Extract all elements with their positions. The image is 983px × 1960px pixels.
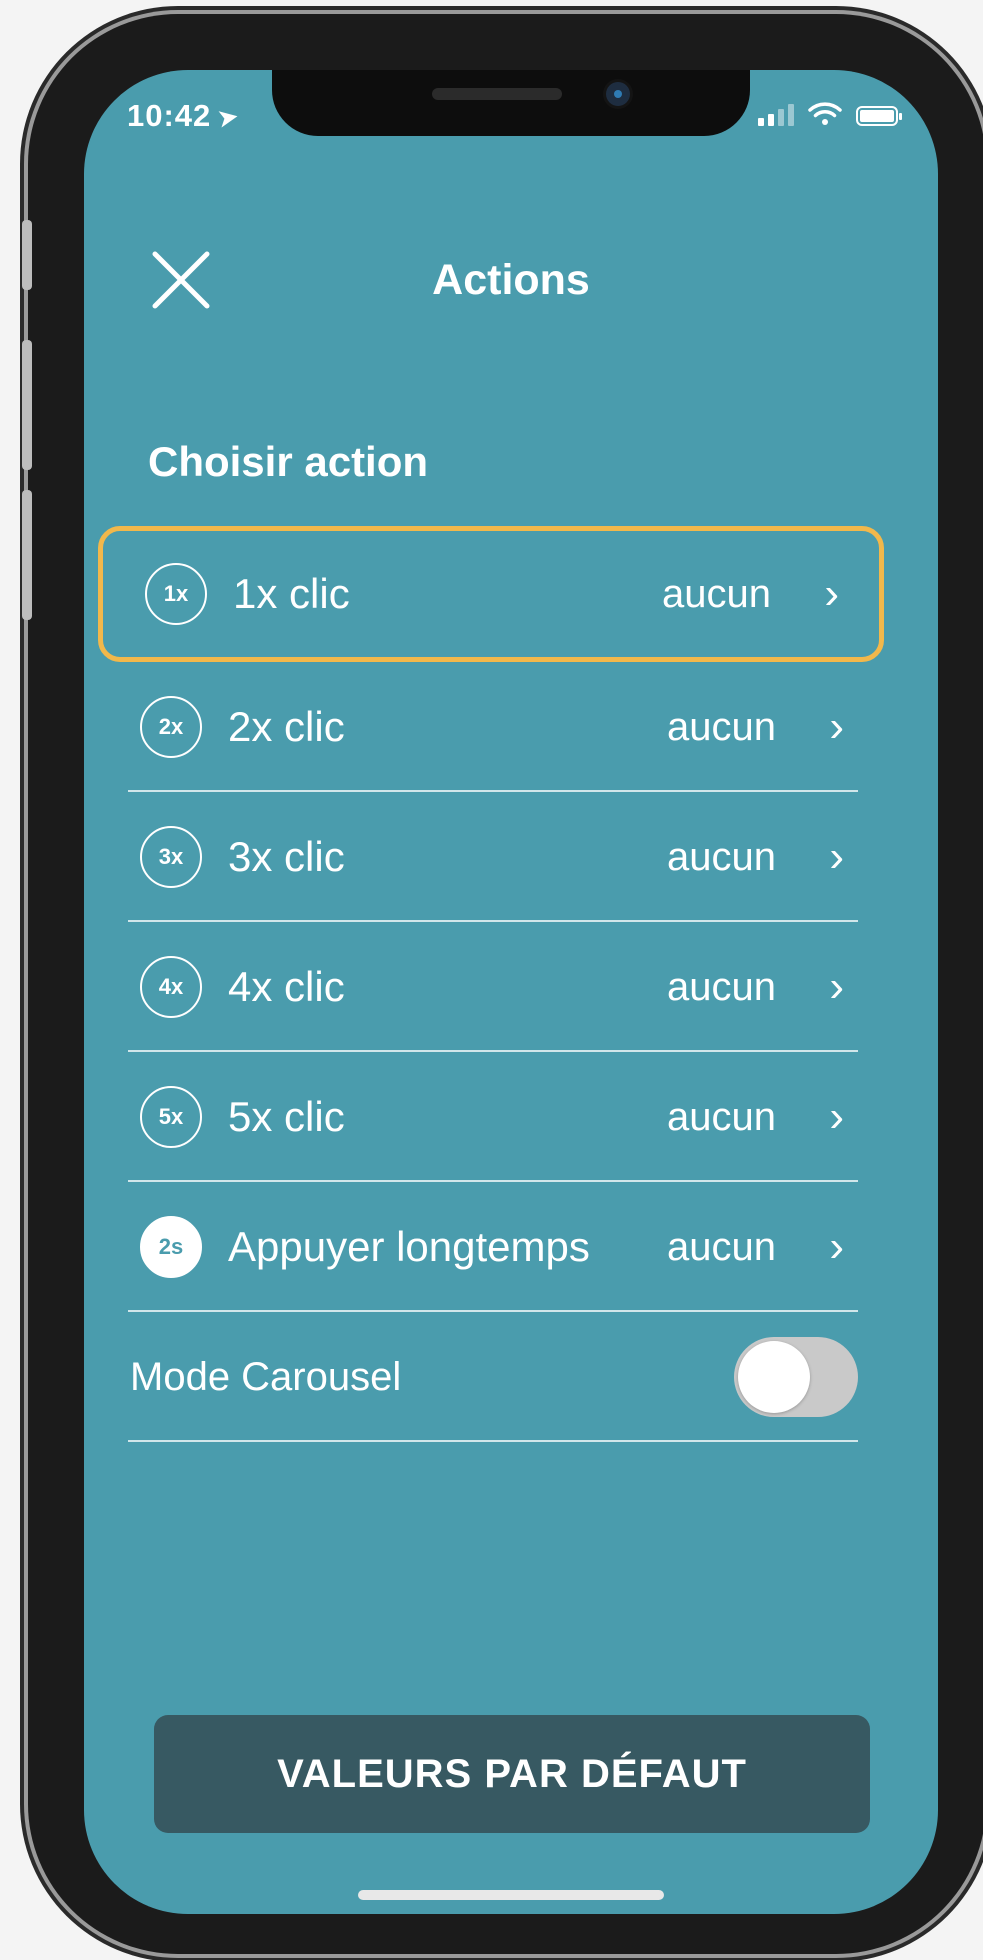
- notch: [272, 70, 750, 136]
- default-values-button[interactable]: VALEURS PAR DÉFAUT: [154, 1715, 870, 1833]
- action-row-long-press[interactable]: 2s Appuyer longtemps aucun ›: [98, 1182, 884, 1312]
- chevron-right-icon: ›: [829, 1092, 844, 1141]
- wifi-icon: [808, 102, 842, 125]
- badge-3x-icon: 3x: [140, 826, 202, 888]
- carousel-row: Mode Carousel: [98, 1312, 884, 1442]
- action-label: 4x clic: [228, 963, 345, 1010]
- action-value: aucun: [662, 571, 771, 616]
- badge-2s-icon: 2s: [140, 1216, 202, 1278]
- toggle-knob: [738, 1341, 810, 1413]
- action-value: aucun: [667, 1224, 776, 1269]
- action-value: aucun: [667, 704, 776, 749]
- front-camera: [606, 82, 630, 106]
- home-indicator: [358, 1890, 664, 1900]
- badge-4x-icon: 4x: [140, 956, 202, 1018]
- divider: [128, 1440, 858, 1442]
- action-row-3x-clic[interactable]: 3x 3x clic aucun ›: [98, 792, 884, 922]
- action-row-5x-clic[interactable]: 5x 5x clic aucun ›: [98, 1052, 884, 1182]
- section-title: Choisir action: [148, 438, 429, 485]
- badge-5x-icon: 5x: [140, 1086, 202, 1148]
- status-time-text: 10:42: [127, 98, 212, 133]
- action-label: 2x clic: [228, 703, 345, 750]
- action-value: aucun: [667, 834, 776, 879]
- location-arrow-icon: ➤: [214, 100, 243, 134]
- cellular-signal-icon: [758, 104, 794, 126]
- badge-1x-icon: 1x: [145, 563, 207, 625]
- page-title: Actions: [432, 256, 590, 304]
- carousel-label: Mode Carousel: [130, 1354, 402, 1399]
- chevron-right-icon: ›: [824, 569, 839, 618]
- chevron-right-icon: ›: [829, 702, 844, 751]
- chevron-right-icon: ›: [829, 1222, 844, 1271]
- action-value: aucun: [667, 1094, 776, 1139]
- action-row-4x-clic[interactable]: 4x 4x clic aucun ›: [98, 922, 884, 1052]
- actions-list: 1x 1x clic aucun › 2x 2x clic aucun › 3x…: [98, 526, 884, 1442]
- volume-down-button: [22, 490, 32, 620]
- speaker: [432, 88, 562, 100]
- action-label: 5x clic: [228, 1093, 345, 1140]
- action-row-1x-clic[interactable]: 1x 1x clic aucun ›: [98, 526, 884, 662]
- action-label: 3x clic: [228, 833, 345, 880]
- volume-up-button: [22, 340, 32, 470]
- action-value: aucun: [667, 964, 776, 1009]
- carousel-toggle[interactable]: [734, 1337, 858, 1417]
- app-screen: 10:42 ➤ Actions Choisir action 1x 1x clic…: [84, 70, 938, 1914]
- chevron-right-icon: ›: [829, 832, 844, 881]
- status-indicators: [758, 102, 902, 126]
- battery-icon: [856, 106, 902, 126]
- action-label: Appuyer longtemps: [228, 1223, 590, 1270]
- status-time: 10:42 ➤: [127, 98, 243, 134]
- action-label: 1x clic: [233, 570, 350, 617]
- mute-switch: [22, 220, 32, 290]
- badge-2x-icon: 2x: [140, 696, 202, 758]
- action-row-2x-clic[interactable]: 2x 2x clic aucun ›: [98, 662, 884, 792]
- chevron-right-icon: ›: [829, 962, 844, 1011]
